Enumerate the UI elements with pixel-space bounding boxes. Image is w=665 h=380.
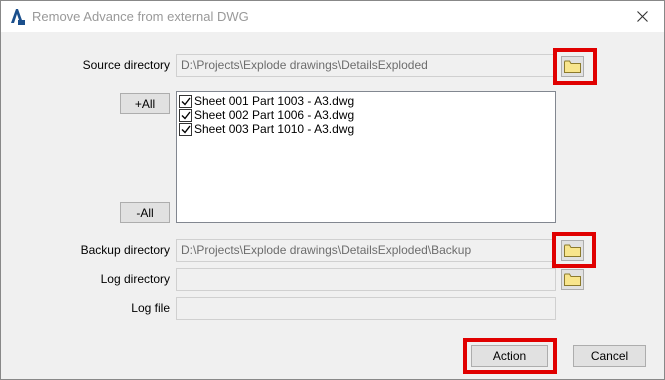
list-item[interactable]: Sheet 003 Part 1010 - A3.dwg (179, 122, 553, 136)
log-file-label: Log file (131, 301, 170, 315)
dialog-window: Remove Advance from external DWG Source … (0, 0, 665, 380)
source-directory-label: Source directory (82, 58, 170, 72)
source-browse-button[interactable] (561, 56, 584, 77)
checkbox[interactable] (179, 108, 192, 122)
checkmark-icon (181, 111, 191, 120)
log-directory-field[interactable] (176, 268, 556, 291)
backup-browse-button[interactable] (561, 240, 584, 261)
checkmark-icon (181, 125, 191, 134)
folder-icon (564, 60, 581, 73)
close-button[interactable] (620, 1, 664, 32)
log-file-field[interactable] (176, 297, 556, 320)
backup-directory-field[interactable]: D:\Projects\Explode drawings\DetailsExpl… (176, 239, 556, 262)
cancel-button[interactable]: Cancel (573, 345, 646, 367)
action-button[interactable]: Action (471, 345, 548, 367)
source-directory-field[interactable]: D:\Projects\Explode drawings\DetailsExpl… (176, 54, 556, 77)
list-item-label: Sheet 002 Part 1006 - A3.dwg (194, 108, 355, 122)
add-all-button[interactable]: +All (120, 93, 170, 114)
list-item[interactable]: Sheet 002 Part 1006 - A3.dwg (179, 108, 553, 122)
list-item[interactable]: Sheet 001 Part 1003 - A3.dwg (179, 94, 553, 108)
checkmark-icon (181, 97, 191, 106)
backup-directory-label: Backup directory (80, 243, 170, 257)
file-list[interactable]: Sheet 001 Part 1003 - A3.dwg Sheet 002 P… (176, 91, 556, 223)
log-directory-label: Log directory (100, 272, 170, 286)
list-item-label: Sheet 001 Part 1003 - A3.dwg (194, 94, 355, 108)
checkbox[interactable] (179, 94, 192, 108)
folder-icon (564, 244, 581, 257)
folder-icon (564, 273, 581, 286)
log-browse-button[interactable] (561, 269, 584, 290)
close-icon (636, 11, 648, 22)
title-bar: Remove Advance from external DWG (1, 1, 664, 32)
list-item-label: Sheet 003 Part 1010 - A3.dwg (194, 122, 355, 136)
window-title: Remove Advance from external DWG (32, 9, 249, 24)
remove-all-button[interactable]: -All (120, 202, 170, 223)
autodesk-app-icon (9, 7, 25, 25)
checkbox[interactable] (179, 122, 192, 136)
